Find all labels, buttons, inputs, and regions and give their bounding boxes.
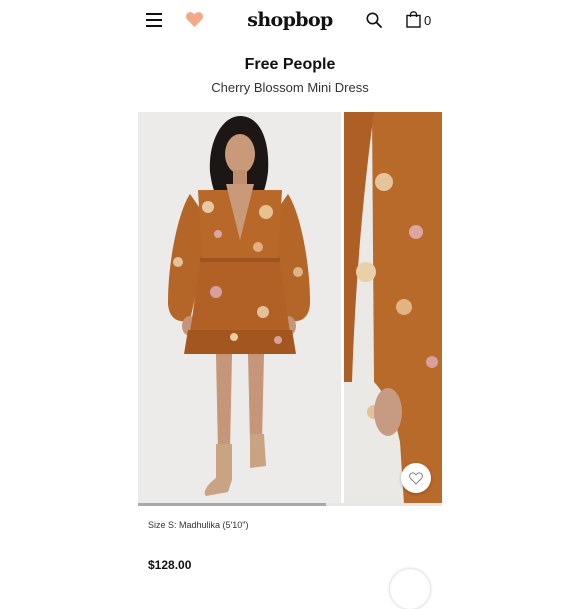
gallery-progress-bar	[138, 503, 442, 506]
heart-outline-icon	[409, 472, 423, 485]
shopbop-logo[interactable]: shopbop	[0, 9, 580, 31]
brand-name[interactable]: Free People	[0, 56, 580, 74]
product-name: Cherry Blossom Mini Dress	[211, 80, 369, 95]
bag-count[interactable]: 0	[424, 13, 431, 28]
model-front-full-photo[interactable]	[138, 112, 341, 504]
sleeve-detail-illustration	[344, 112, 442, 504]
shopping-bag-icon[interactable]	[406, 11, 421, 28]
model-illustration	[138, 112, 341, 504]
floating-action-button[interactable]	[390, 569, 430, 609]
gallery-progress-fill	[138, 503, 327, 506]
product-image-gallery[interactable]	[138, 112, 442, 504]
search-icon[interactable]	[366, 12, 382, 28]
top-nav-bar: shopbop 0	[0, 0, 580, 42]
model-size-info: Size S: Madhulika (5'10")	[148, 520, 249, 530]
product-price: $128.00	[148, 558, 192, 572]
add-to-wishlist-button[interactable]	[401, 463, 431, 493]
sleeve-detail-photo[interactable]	[344, 112, 442, 504]
